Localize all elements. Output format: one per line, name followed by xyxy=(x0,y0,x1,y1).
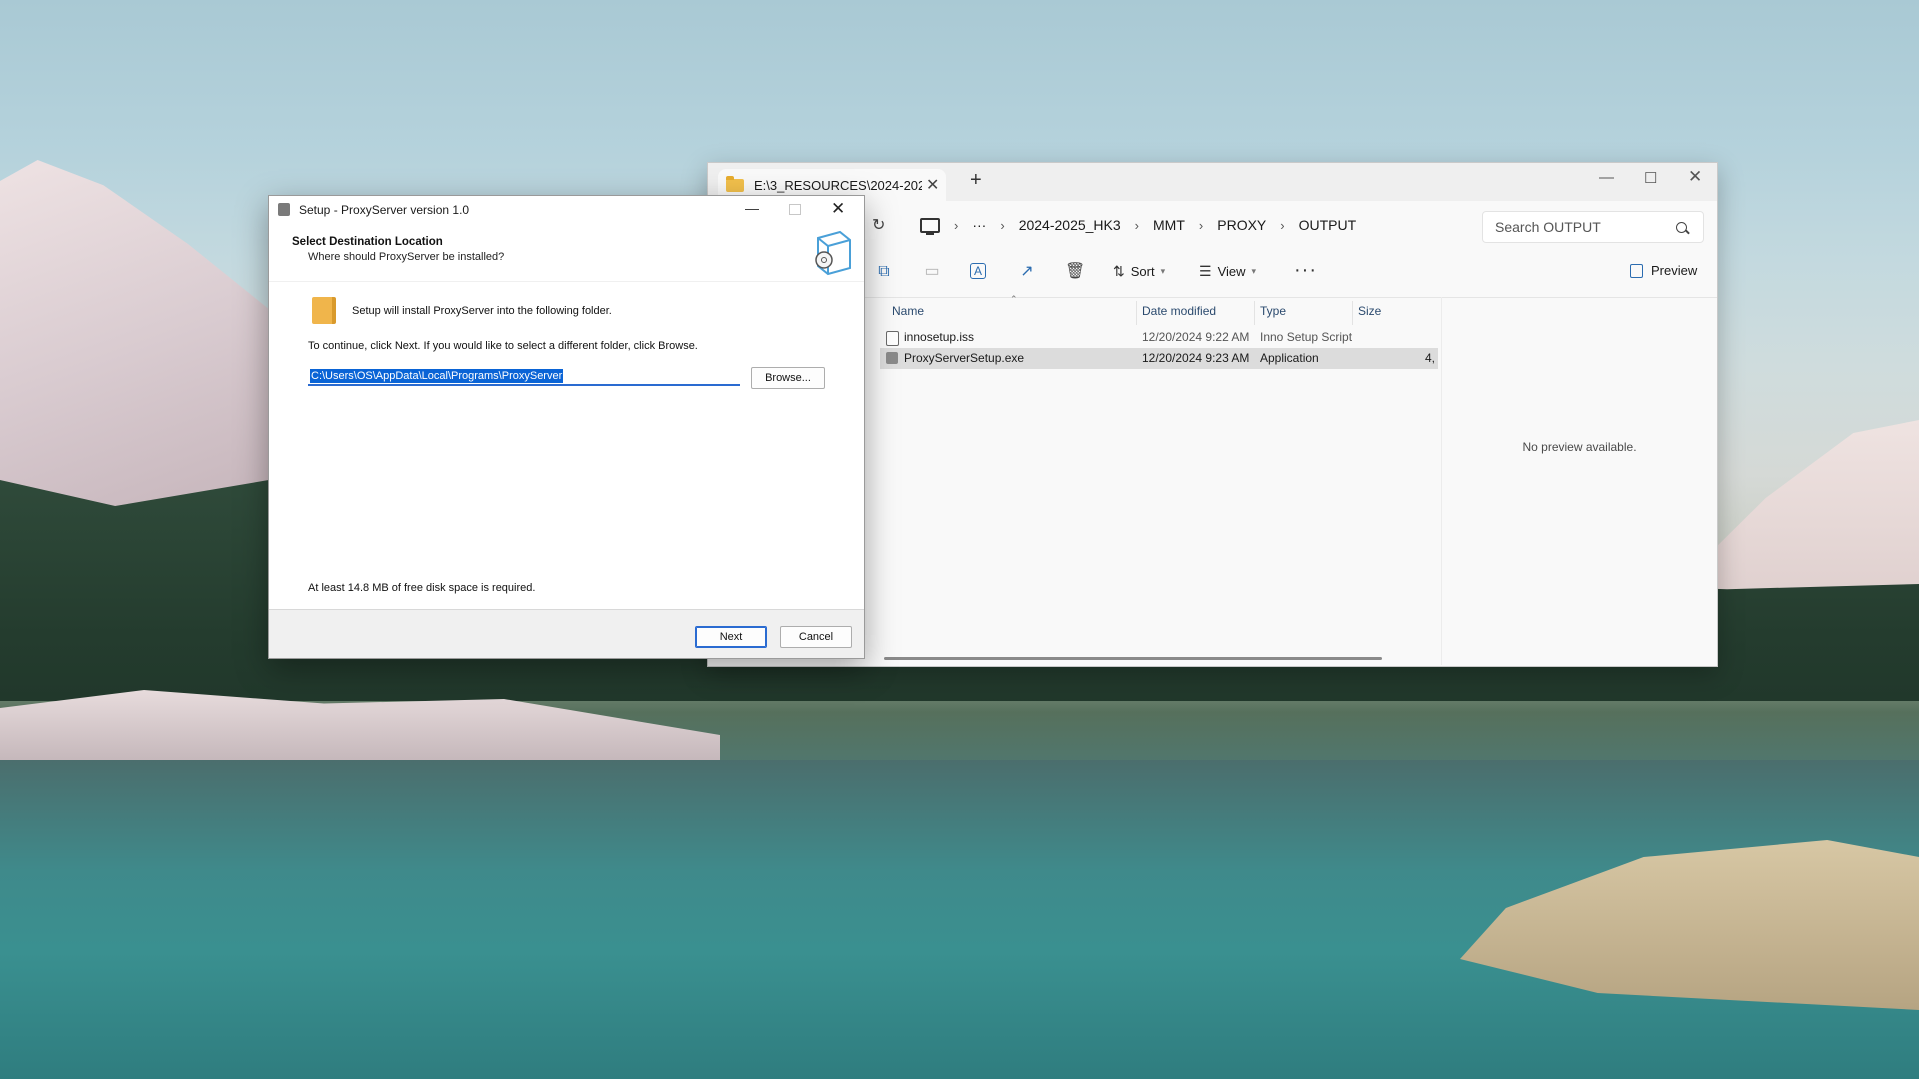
folder-icon xyxy=(726,175,744,192)
breadcrumb-item[interactable]: MMT xyxy=(1153,217,1185,233)
preview-pane: No preview available. xyxy=(1441,297,1717,665)
breadcrumb-item[interactable]: 2024-2025_HK3 xyxy=(1019,217,1121,233)
sort-button[interactable]: ⇅ Sort ▾ xyxy=(1113,263,1165,280)
sort-ascending-icon: ⌃ xyxy=(1010,294,1018,304)
file-row[interactable]: innosetup.iss 12/20/2024 9:22 AM Inno Se… xyxy=(880,327,1438,348)
close-icon[interactable]: ✕ xyxy=(831,199,845,219)
search-icon xyxy=(1676,221,1687,233)
chevron-right-icon: › xyxy=(1280,217,1285,233)
search-placeholder: Search OUTPUT xyxy=(1495,219,1601,235)
tab-close-icon[interactable]: ✕ xyxy=(926,175,939,195)
chevron-right-icon: › xyxy=(1000,217,1005,233)
destination-path-value: C:\Users\OS\AppData\Local\Programs\Proxy… xyxy=(310,369,564,383)
sort-icon: ⇅ xyxy=(1113,263,1125,279)
minimize-icon[interactable]: — xyxy=(1599,169,1614,186)
application-icon xyxy=(886,352,898,364)
chevron-right-icon: › xyxy=(1198,217,1204,233)
column-header-name[interactable]: Name xyxy=(892,297,924,325)
disk-space-text: At least 14.8 MB of free disk space is r… xyxy=(308,582,536,594)
file-date: 12/20/2024 9:23 AM xyxy=(1142,351,1250,365)
horizontal-scrollbar[interactable] xyxy=(884,657,1382,660)
file-list: ⌃ Name Date modified Type Size innosetup… xyxy=(880,294,1448,657)
file-type: Application xyxy=(1260,351,1319,365)
more-options-icon[interactable]: ··· xyxy=(1294,259,1317,282)
page-title: Select Destination Location xyxy=(292,236,443,248)
file-name: innosetup.iss xyxy=(904,330,975,344)
breadcrumb-item[interactable]: OUTPUT xyxy=(1299,217,1357,233)
preview-button[interactable]: Preview xyxy=(1630,263,1697,278)
column-header-date[interactable]: Date modified xyxy=(1142,297,1216,325)
cancel-button[interactable]: Cancel xyxy=(780,626,852,648)
column-divider[interactable] xyxy=(1136,301,1137,325)
column-divider[interactable] xyxy=(1254,301,1255,325)
explorer-tab-title: E:\3_RESOURCES\2024-2025_HK3\MMT\PROXY\O… xyxy=(754,177,922,193)
paste-icon[interactable]: ▭ xyxy=(923,263,941,281)
file-row-selected[interactable]: ProxyServerSetup.exe 12/20/2024 9:23 AM … xyxy=(880,348,1438,369)
next-button[interactable]: Next xyxy=(695,626,767,648)
view-button[interactable]: ☰ View ▾ xyxy=(1199,263,1256,280)
chevron-down-icon: ▾ xyxy=(1160,266,1166,276)
this-pc-icon[interactable] xyxy=(920,217,940,235)
setup-wizard-box-icon xyxy=(815,230,851,276)
sort-label: Sort xyxy=(1130,264,1155,279)
share-icon[interactable]: ↗ xyxy=(1018,263,1036,281)
chevron-down-icon: ▾ xyxy=(1251,266,1257,276)
setup-titlebar: Setup - ProxyServer version 1.0 — ✕ xyxy=(269,196,864,224)
preview-pane-icon xyxy=(1630,263,1643,278)
search-input[interactable]: Search OUTPUT xyxy=(1482,211,1704,243)
file-name: ProxyServerSetup.exe xyxy=(904,351,1025,365)
script-file-icon xyxy=(886,331,899,346)
no-preview-text: No preview available. xyxy=(1522,440,1637,454)
minimize-icon[interactable]: — xyxy=(745,200,759,216)
breadcrumb-more[interactable]: ··· xyxy=(972,217,986,233)
maximize-icon[interactable]: ☐ xyxy=(1644,169,1657,187)
setup-header: Select Destination Location Where should… xyxy=(269,224,864,281)
new-tab-icon[interactable]: + xyxy=(970,169,982,192)
setup-wizard-dialog: Setup - ProxyServer version 1.0 — ✕ Sele… xyxy=(268,195,865,659)
setup-app-icon xyxy=(278,203,290,216)
maximize-icon xyxy=(789,204,801,215)
chevron-right-icon: › xyxy=(954,217,959,233)
column-header-type[interactable]: Type xyxy=(1260,297,1286,325)
setup-window-title: Setup - ProxyServer version 1.0 xyxy=(299,203,470,217)
install-info-text: Setup will install ProxyServer into the … xyxy=(352,305,612,317)
column-header-size[interactable]: Size xyxy=(1358,297,1381,325)
preview-label: Preview xyxy=(1651,263,1698,278)
chevron-right-icon: › xyxy=(1134,217,1140,233)
view-label: View xyxy=(1217,264,1246,279)
browse-button[interactable]: Browse... xyxy=(751,367,825,389)
column-divider[interactable] xyxy=(1352,301,1353,325)
setup-body: Setup will install ProxyServer into the … xyxy=(269,282,864,609)
delete-icon[interactable]: 🗑 xyxy=(1065,263,1085,281)
breadcrumb-item[interactable]: PROXY xyxy=(1217,217,1266,233)
close-icon[interactable]: ✕ xyxy=(1688,167,1702,187)
destination-path-input[interactable]: C:\Users\OS\AppData\Local\Programs\Proxy… xyxy=(308,366,740,386)
page-subtitle: Where should ProxyServer be installed? xyxy=(308,251,505,263)
refresh-icon[interactable]: ↻ xyxy=(872,215,885,235)
file-type: Inno Setup Script xyxy=(1260,330,1353,344)
file-size: 4, xyxy=(1425,351,1436,365)
rename-icon[interactable]: A xyxy=(970,263,986,279)
continue-info-text: To continue, click Next. If you would li… xyxy=(308,340,698,352)
view-icon: ☰ xyxy=(1199,263,1212,279)
copy-icon[interactable]: ⧉ xyxy=(875,263,893,281)
file-date: 12/20/2024 9:22 AM xyxy=(1142,330,1250,344)
footer-divider xyxy=(269,609,864,610)
destination-folder-icon xyxy=(312,297,336,324)
